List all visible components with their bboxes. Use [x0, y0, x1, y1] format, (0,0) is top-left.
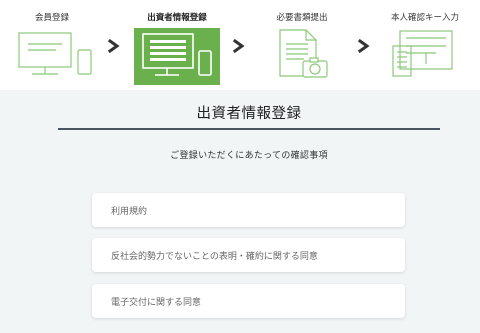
- anti-social-consent-label: 反社会的勢力でないことの表明・確約に関する同意: [111, 252, 318, 262]
- mail-key-icon: [392, 30, 453, 77]
- terms-of-use-label: 利用規約: [111, 207, 148, 217]
- chevron-right-icon: [232, 39, 245, 53]
- electronic-delivery-consent-item[interactable]: 電子交付に関する同意: [92, 284, 405, 318]
- progress-stepper: 会員登録 出資者情報登録 必要書類提出 本人確認キー入力: [0, 0, 480, 90]
- step-2-label: 出資者情報登録: [147, 13, 207, 23]
- section-subtitle: ご登録いただくにあたっての確認事項: [170, 151, 328, 161]
- terms-of-use-item[interactable]: 利用規約: [92, 193, 405, 227]
- document-camera-icon: [279, 29, 328, 78]
- electronic-delivery-consent-label: 電子交付に関する同意: [111, 298, 202, 308]
- anti-social-consent-item[interactable]: 反社会的勢力でないことの表明・確約に関する同意: [92, 238, 405, 272]
- form-screen-icon: [142, 33, 212, 76]
- step-1-label: 会員登録: [34, 13, 70, 23]
- computer-phone-icon: [18, 32, 92, 75]
- title-divider: [58, 128, 440, 130]
- step-4-label: 本人確認キー入力: [390, 13, 460, 23]
- main-content: 出資者情報登録 ご登録いただくにあたっての確認事項 利用規約 反社会的勢力でない…: [0, 90, 480, 333]
- step-3-label: 必要書類提出: [276, 13, 328, 23]
- page-title: 出資者情報登録: [196, 106, 302, 122]
- chevron-right-icon: [107, 39, 120, 53]
- chevron-right-icon: [357, 39, 370, 53]
